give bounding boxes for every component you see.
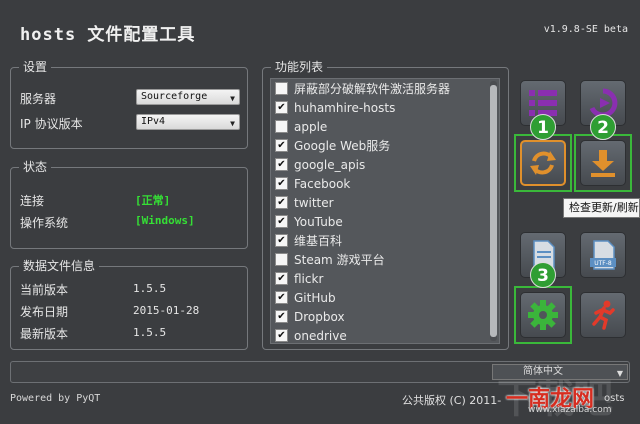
running-man-icon — [592, 300, 615, 330]
utf8-label: UTF-8 — [594, 260, 612, 267]
function-list-label: 功能列表 — [271, 60, 328, 74]
badge-3: 3 — [530, 262, 556, 288]
function-list[interactable]: 屏蔽部分破解软件激活服务器 ✔ huhamhire-hosts apple ✔ Googl… — [270, 78, 500, 344]
utf8-document-icon: UTF-8 — [590, 240, 616, 270]
function-item[interactable]: Steam 游戏平台 — [271, 250, 499, 269]
language-select-value: 简体中文 — [523, 366, 563, 377]
checkbox-checked[interactable]: ✔ — [275, 272, 288, 285]
function-item-label: 维基百科 — [294, 234, 343, 248]
server-select[interactable]: Sourceforge ▼ — [136, 89, 240, 105]
checkbox-checked[interactable]: ✔ — [275, 215, 288, 228]
function-item-label: onedrive — [294, 328, 347, 343]
check-update-button[interactable] — [520, 140, 566, 186]
tooltip: 检查更新/刷新 — [563, 198, 640, 218]
os-status: [Windows] — [135, 214, 195, 227]
datafile-group: 数据文件信息 当前版本 1.5.5 发布日期 2015-01-28 最新版本 1… — [10, 259, 248, 350]
function-item[interactable]: ✔ Google Web服务 — [271, 136, 499, 155]
function-item[interactable]: ✔ Dropbox — [271, 307, 499, 326]
datafile-group-label: 数据文件信息 — [19, 259, 100, 273]
gear-icon — [528, 300, 558, 330]
copyright: 公共版权 (C) 2011- — [402, 394, 502, 407]
function-item-label: 屏蔽部分破解软件激活服务器 — [294, 82, 451, 96]
checkbox-checked[interactable]: ✔ — [275, 158, 288, 171]
apply-changes-button[interactable] — [520, 292, 566, 338]
server-select-value: Sourceforge — [141, 91, 208, 102]
function-item-label: twitter — [294, 195, 334, 210]
function-item-label: Steam 游戏平台 — [294, 253, 385, 267]
checkbox-checked[interactable]: ✔ — [275, 101, 288, 114]
export-utf8-button[interactable]: UTF-8 — [580, 232, 626, 278]
function-item[interactable]: ✔ 维基百科 — [271, 231, 499, 250]
function-item-label: Dropbox — [294, 309, 345, 324]
checkbox-checked[interactable]: ✔ — [275, 234, 288, 247]
ip-version-select-value: IPv4 — [141, 116, 166, 127]
release-date-label: 发布日期 — [20, 305, 69, 319]
current-version-label: 当前版本 — [20, 283, 69, 297]
chevron-down-icon: ▼ — [230, 119, 235, 128]
function-item[interactable]: ✔ Facebook — [271, 174, 499, 193]
ip-version-label: IP 协议版本 — [20, 117, 83, 131]
release-date-value: 2015-01-28 — [133, 304, 200, 317]
checkbox-checked[interactable]: ✔ — [275, 310, 288, 323]
checkbox-checked[interactable]: ✔ — [275, 291, 288, 304]
checkbox-checked[interactable]: ✔ — [275, 196, 288, 209]
chevron-down-icon: ▼ — [616, 369, 623, 378]
current-version-value: 1.5.5 — [133, 282, 167, 295]
function-item-label: huhamhire-hosts — [294, 100, 396, 115]
function-item[interactable]: ✔ YouTube — [271, 212, 499, 231]
function-item-label: google_apis — [294, 157, 366, 172]
badge-1: 1 — [530, 114, 556, 140]
function-item[interactable]: ✔ onedrive — [271, 326, 499, 343]
checkbox-checked[interactable]: ✔ — [275, 139, 288, 152]
download-icon — [591, 150, 615, 177]
connection-label: 连接 — [20, 194, 45, 208]
app-version: v1.9.8-SE beta — [543, 24, 628, 35]
status-group-label: 状态 — [19, 160, 52, 174]
powered-by: Powered by PyQT — [10, 393, 101, 404]
fetch-data-button[interactable] — [580, 140, 626, 186]
function-item[interactable]: 屏蔽部分破解软件激活服务器 — [271, 79, 499, 98]
function-item[interactable]: ✔ GitHub — [271, 288, 499, 307]
function-item[interactable]: apple — [271, 117, 499, 136]
function-item-label: Facebook — [294, 176, 351, 191]
function-items: 屏蔽部分破解软件激活服务器 ✔ huhamhire-hosts apple ✔ Googl… — [271, 79, 499, 343]
connection-status: [正常] — [135, 194, 171, 207]
server-label: 服务器 — [20, 92, 57, 106]
app-title: hosts 文件配置工具 — [20, 25, 196, 45]
function-list-scrollbar[interactable] — [490, 81, 497, 341]
function-item[interactable]: ✔ twitter — [271, 193, 499, 212]
badge-2: 2 — [590, 114, 616, 140]
watermark-url: www.xiazaiba.com — [528, 405, 612, 415]
function-item-label: apple — [294, 119, 328, 134]
os-label: 操作系统 — [20, 216, 69, 230]
function-item[interactable]: ✔ google_apis — [271, 155, 499, 174]
function-item-label: GitHub — [294, 290, 336, 305]
function-item-label: flickr — [294, 271, 324, 286]
scrollbar-thumb[interactable] — [490, 85, 497, 337]
function-item-label: Google Web服务 — [294, 139, 391, 153]
status-group: 状态 连接 [正常] 操作系统 [Windows] — [10, 160, 248, 249]
checkbox-unchecked[interactable] — [275, 253, 288, 266]
function-item[interactable]: ✔ flickr — [271, 269, 499, 288]
checkbox-checked[interactable]: ✔ — [275, 177, 288, 190]
function-item[interactable]: ✔ huhamhire-hosts — [271, 98, 499, 117]
latest-version-value: 1.5.5 — [133, 326, 167, 339]
language-select[interactable]: 简体中文 ▼ — [492, 364, 628, 380]
chevron-down-icon: ▼ — [230, 94, 235, 103]
copyright-tail: osts — [604, 393, 625, 404]
settings-group: 设置 服务器 Sourceforge ▼ IP 协议版本 IPv4 ▼ — [10, 60, 248, 149]
settings-group-label: 设置 — [19, 60, 52, 74]
checkbox-unchecked[interactable] — [275, 82, 288, 95]
function-item-label: YouTube — [294, 214, 343, 229]
checkbox-unchecked[interactable] — [275, 120, 288, 133]
latest-version-label: 最新版本 — [20, 327, 69, 341]
refresh-icon — [530, 151, 556, 175]
ip-version-select[interactable]: IPv4 ▼ — [136, 114, 240, 130]
checkbox-checked[interactable]: ✔ — [275, 329, 288, 342]
exit-button[interactable] — [580, 292, 626, 338]
